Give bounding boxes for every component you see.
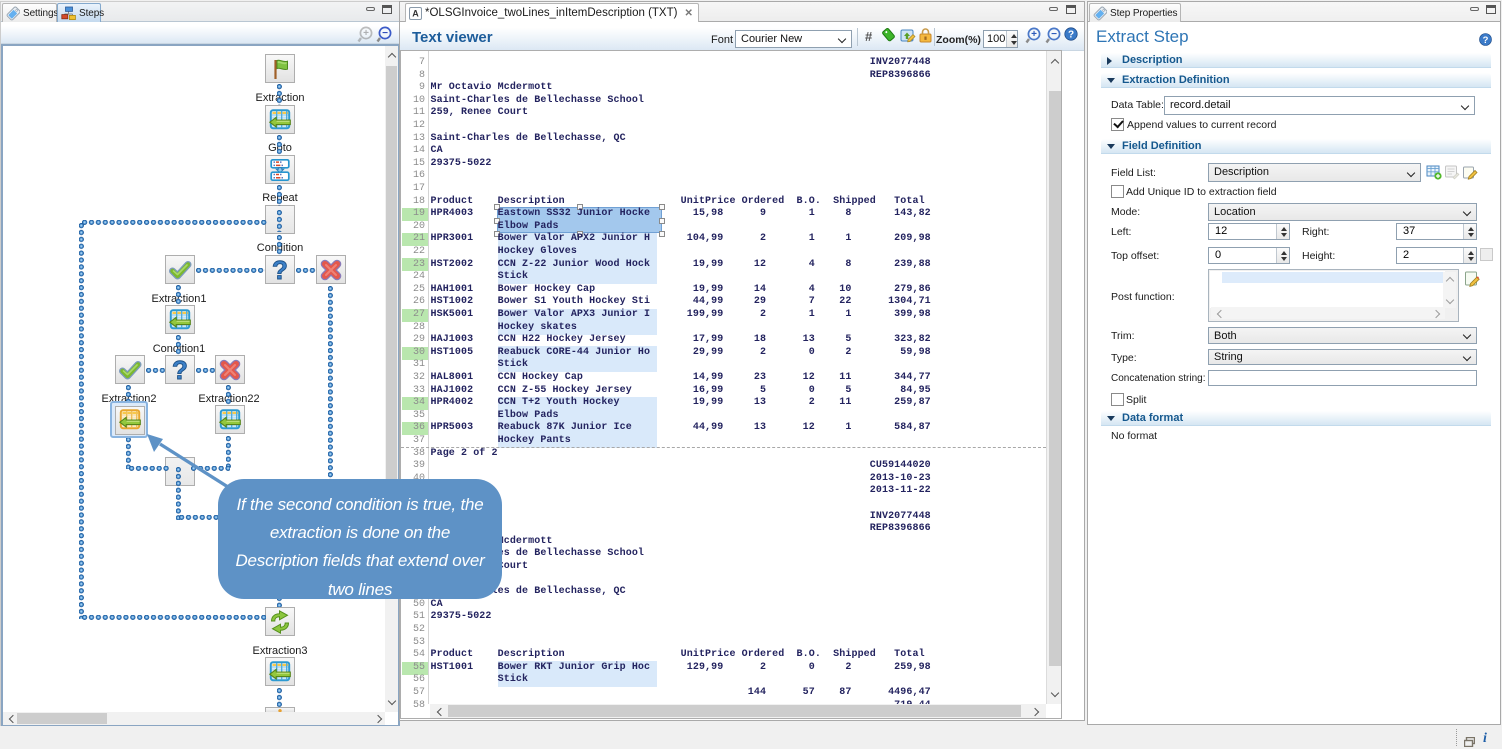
svg-text:+: +	[363, 28, 369, 39]
svg-text:?: ?	[1483, 35, 1489, 46]
svg-text:−: −	[1051, 29, 1057, 40]
svg-text:?: ?	[1068, 30, 1074, 41]
svg-text:A: A	[412, 8, 419, 18]
svg-text:−: −	[382, 28, 388, 39]
svg-text:?: ?	[172, 357, 188, 383]
svg-text:?: ?	[272, 257, 288, 283]
svg-text:+: +	[1031, 29, 1037, 40]
